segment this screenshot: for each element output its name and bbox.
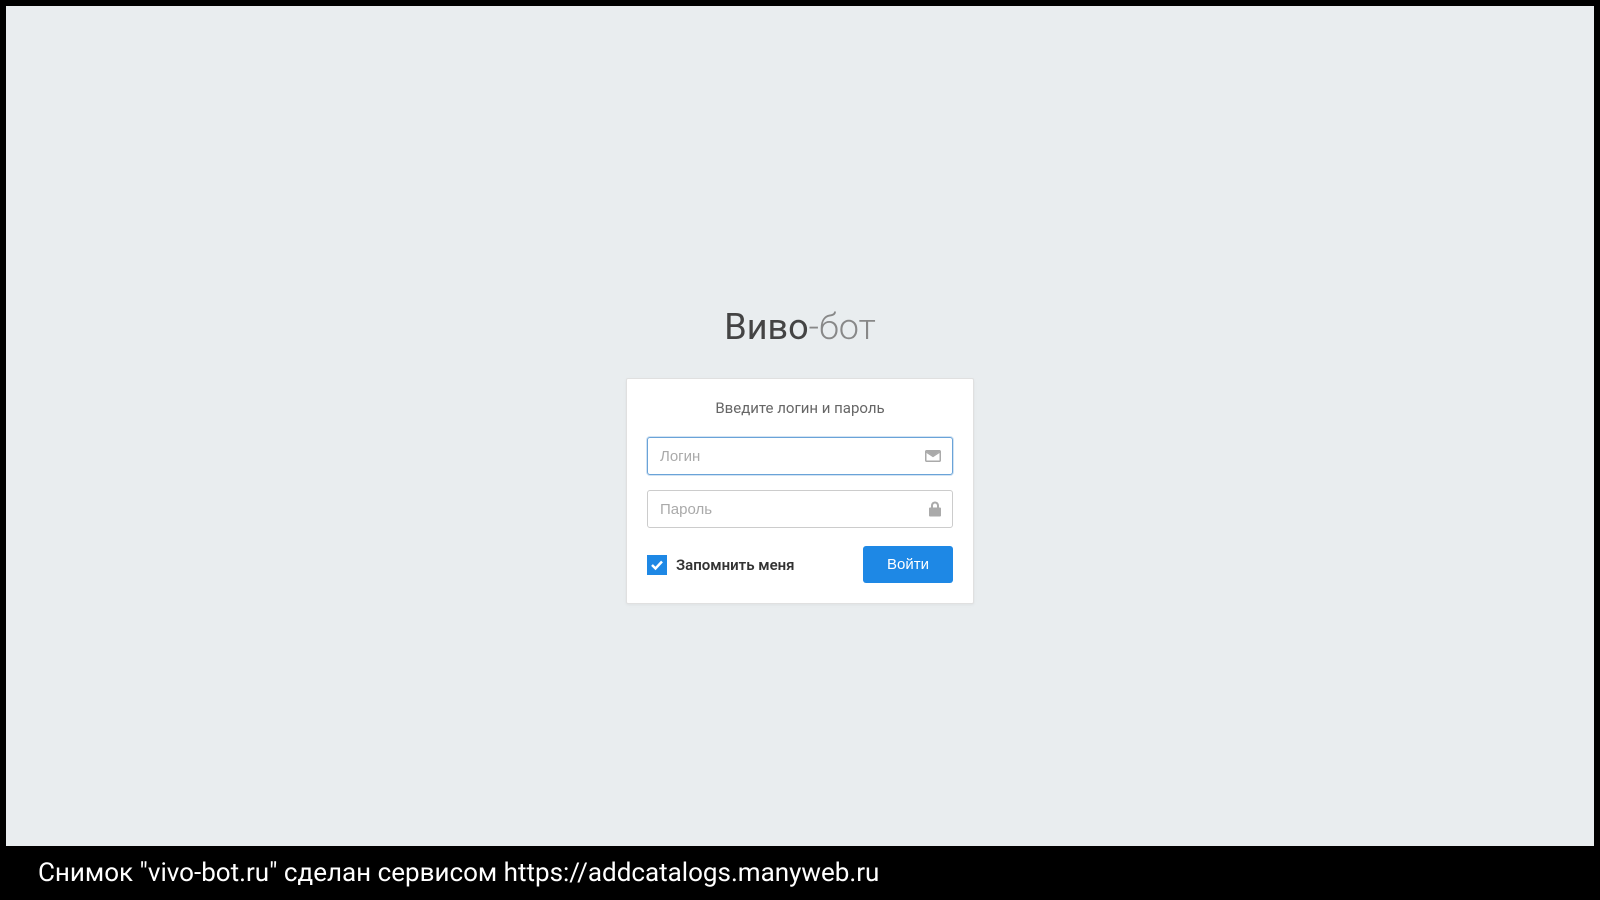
login-subtitle: Введите логин и пароль	[647, 399, 953, 417]
check-icon	[650, 558, 664, 572]
login-page: Виво-бот Введите логин и пароль	[6, 6, 1594, 846]
envelope-icon	[925, 450, 941, 462]
form-footer: Запомнить меня Войти	[647, 546, 953, 583]
title-light: -бот	[809, 306, 876, 348]
page-title: Виво-бот	[724, 306, 875, 348]
screenshot-caption: Снимок "vivo-bot.ru" сделан сервисом htt…	[0, 846, 1600, 900]
remember-me-label: Запомнить меня	[676, 556, 795, 574]
username-input[interactable]	[647, 437, 953, 475]
title-bold: Виво	[724, 306, 808, 348]
password-input[interactable]	[647, 490, 953, 528]
remember-me-wrapper[interactable]: Запомнить меня	[647, 555, 795, 575]
username-group	[647, 437, 953, 475]
password-group	[647, 490, 953, 528]
login-card: Введите логин и пароль	[626, 378, 974, 604]
lock-icon	[929, 502, 941, 517]
remember-me-checkbox[interactable]	[647, 555, 667, 575]
login-button[interactable]: Войти	[863, 546, 953, 583]
